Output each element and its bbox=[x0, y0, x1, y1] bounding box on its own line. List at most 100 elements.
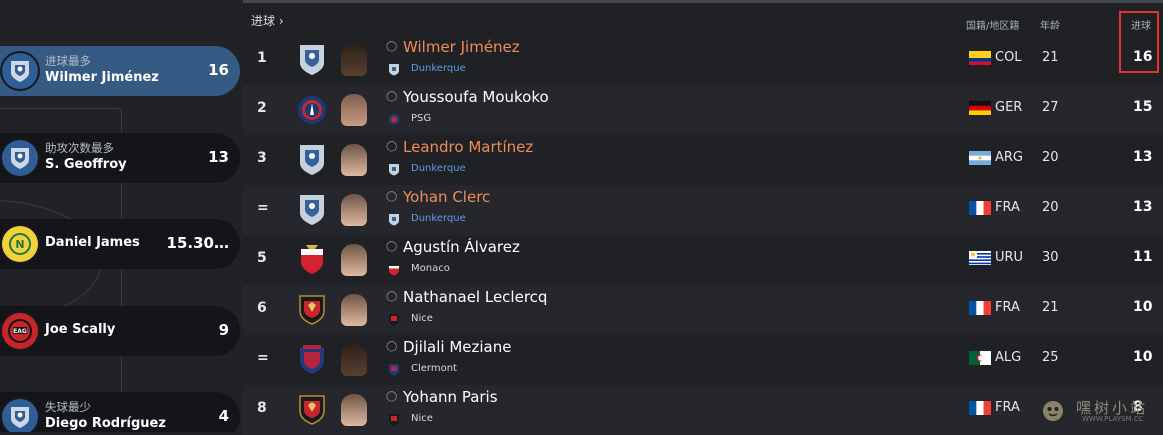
nice-mini-logo-icon bbox=[389, 314, 399, 326]
player-photo[interactable] bbox=[341, 144, 367, 176]
highlight-value: 9 bbox=[218, 321, 229, 339]
player-name[interactable]: Leandro Martínez bbox=[403, 138, 533, 156]
player-photo[interactable] bbox=[341, 394, 367, 426]
club-link[interactable]: Monaco bbox=[411, 263, 450, 274]
player-name[interactable]: Agustín Álvarez bbox=[403, 238, 520, 256]
dunkerque-logo-icon[interactable] bbox=[297, 43, 327, 77]
dunkerque-mini-logo-icon bbox=[389, 64, 399, 76]
nice-logo-icon[interactable] bbox=[297, 393, 327, 427]
club-link[interactable]: Dunkerque bbox=[411, 213, 466, 224]
nationality-code: ARG bbox=[995, 150, 1023, 165]
player-photo[interactable] bbox=[341, 294, 367, 326]
dunkerque-mini-logo-icon bbox=[389, 214, 399, 226]
dunkerque-logo-icon[interactable] bbox=[297, 143, 327, 177]
player-name[interactable]: Wilmer Jiménez bbox=[403, 38, 520, 56]
player-age: 20 bbox=[1042, 200, 1059, 215]
nice-logo-icon[interactable] bbox=[297, 293, 327, 327]
highlight-label: 进球最多 bbox=[45, 54, 91, 68]
table-row[interactable]: 3 ◯ Leandro Martínez Dunkerque ARG 20 13 bbox=[243, 135, 1163, 185]
person-icon: ◯ bbox=[386, 141, 398, 152]
nantes-badge-icon: N bbox=[2, 226, 38, 262]
monaco-logo-icon[interactable] bbox=[297, 243, 327, 277]
player-age: 27 bbox=[1042, 100, 1059, 115]
player-name[interactable]: Youssoufa Moukoko bbox=[403, 88, 549, 106]
player-photo[interactable] bbox=[341, 344, 367, 376]
nationality-code: FRA bbox=[995, 200, 1020, 215]
table-row[interactable]: 5 ◯ Agustín Álvarez Monaco URU 30 11 bbox=[243, 235, 1163, 285]
flag-arg-icon bbox=[969, 151, 991, 165]
table-row[interactable]: 2 ◯ Youssoufa Moukoko PSG GER 27 15 bbox=[243, 85, 1163, 135]
club-link[interactable]: Clermont bbox=[411, 363, 457, 374]
highlight-label: 失球最少 bbox=[45, 400, 91, 414]
clermont-logo-icon[interactable] bbox=[297, 343, 327, 377]
player-name[interactable]: Yohan Clerc bbox=[403, 188, 490, 206]
watermark-url: WWW.PLAYSM.CC bbox=[1082, 415, 1144, 423]
nationality-code: URU bbox=[995, 250, 1024, 265]
rank: 5 bbox=[257, 250, 267, 266]
highlight-player-name[interactable]: Joe Scally bbox=[45, 322, 115, 337]
highlight-player-name[interactable]: Wilmer Jiménez bbox=[45, 70, 159, 85]
highlight-card-rating[interactable]: N Daniel James 15.30… bbox=[0, 219, 240, 269]
flag-ger-icon bbox=[969, 101, 991, 115]
psg-logo-icon[interactable] bbox=[297, 93, 327, 127]
player-age: 21 bbox=[1042, 50, 1059, 65]
goals-value: 10 bbox=[1133, 299, 1153, 315]
watermark-mascot-icon bbox=[1043, 401, 1063, 421]
table-row[interactable]: 1 ◯ Wilmer Jiménez Dunkerque COL 21 16 bbox=[243, 35, 1163, 85]
highlight-card-stat[interactable]: EAG Joe Scally 9 bbox=[0, 306, 240, 356]
highlight-value: 13 bbox=[208, 148, 229, 166]
player-name[interactable]: Yohann Paris bbox=[403, 388, 498, 406]
player-age: 25 bbox=[1042, 350, 1059, 365]
table-row[interactable]: = ◯ Djilali Meziane Clermont ALG 25 10 bbox=[243, 335, 1163, 385]
rank: 8 bbox=[257, 400, 267, 416]
club-link[interactable]: Dunkerque bbox=[411, 163, 466, 174]
column-header-goals[interactable]: 进球 bbox=[1131, 17, 1151, 32]
goals-value: 13 bbox=[1133, 149, 1153, 165]
highlight-card-fewest-conceded[interactable]: 失球最少 Diego Rodríguez 4 bbox=[0, 392, 240, 432]
player-photo[interactable] bbox=[341, 44, 367, 76]
table-row[interactable]: = ◯ Yohan Clerc Dunkerque FRA 20 13 bbox=[243, 185, 1163, 235]
svg-text:N: N bbox=[15, 238, 24, 251]
player-photo[interactable] bbox=[341, 244, 367, 276]
goals-section-link[interactable]: 进球 › bbox=[251, 12, 284, 29]
dunkerque-badge-icon bbox=[2, 53, 38, 89]
club-link[interactable]: Nice bbox=[411, 313, 433, 324]
flag-fra-icon bbox=[969, 401, 991, 415]
column-header-nationality[interactable]: 国籍/地区籍 bbox=[966, 17, 1019, 32]
highlight-card-top-scorer[interactable]: 进球最多 Wilmer Jiménez 16 bbox=[0, 46, 240, 96]
player-name[interactable]: Nathanael Leclercq bbox=[403, 288, 547, 306]
goals-value: 13 bbox=[1133, 199, 1153, 215]
highlights-panel: 进球最多 Wilmer Jiménez 16 助攻次数最多 S. Geoffro… bbox=[0, 0, 243, 432]
rank: = bbox=[257, 350, 269, 366]
nationality-code: FRA bbox=[995, 400, 1020, 415]
table-row[interactable]: 6 ◯ Nathanael Leclercq Nice FRA 21 10 bbox=[243, 285, 1163, 335]
person-icon: ◯ bbox=[386, 91, 398, 102]
goals-value: 16 bbox=[1133, 49, 1153, 65]
highlight-player-name[interactable]: Daniel James bbox=[45, 235, 140, 250]
highlight-value: 16 bbox=[208, 61, 229, 79]
highlight-player-name[interactable]: S. Geoffroy bbox=[45, 157, 127, 172]
goals-value: 15 bbox=[1133, 99, 1153, 115]
column-header-age[interactable]: 年龄 bbox=[1040, 17, 1060, 32]
rank: 1 bbox=[257, 50, 267, 66]
monaco-mini-logo-icon bbox=[389, 266, 399, 276]
highlight-label: 助攻次数最多 bbox=[45, 141, 114, 155]
dunkerque-logo-icon[interactable] bbox=[297, 193, 327, 227]
club-link[interactable]: PSG bbox=[411, 113, 431, 124]
site-watermark: 嘿树小站 WWW.PLAYSM.CC bbox=[1042, 396, 1160, 426]
person-icon: ◯ bbox=[386, 291, 398, 302]
rank: 6 bbox=[257, 300, 267, 316]
highlight-card-most-assists[interactable]: 助攻次数最多 S. Geoffroy 13 bbox=[0, 133, 240, 183]
rank: 3 bbox=[257, 150, 267, 166]
club-link[interactable]: Nice bbox=[411, 413, 433, 424]
flag-fra-icon bbox=[969, 301, 991, 315]
club-link[interactable]: Dunkerque bbox=[411, 63, 466, 74]
player-photo[interactable] bbox=[341, 194, 367, 226]
table-row[interactable]: 8 ◯ Yohann Paris Nice FRA 8 bbox=[243, 385, 1163, 435]
player-name[interactable]: Djilali Meziane bbox=[403, 338, 512, 356]
person-icon: ◯ bbox=[386, 191, 398, 202]
player-age: 20 bbox=[1042, 150, 1059, 165]
player-photo[interactable] bbox=[341, 94, 367, 126]
highlight-player-name[interactable]: Diego Rodríguez bbox=[45, 416, 166, 431]
flag-uru-icon bbox=[969, 251, 991, 265]
